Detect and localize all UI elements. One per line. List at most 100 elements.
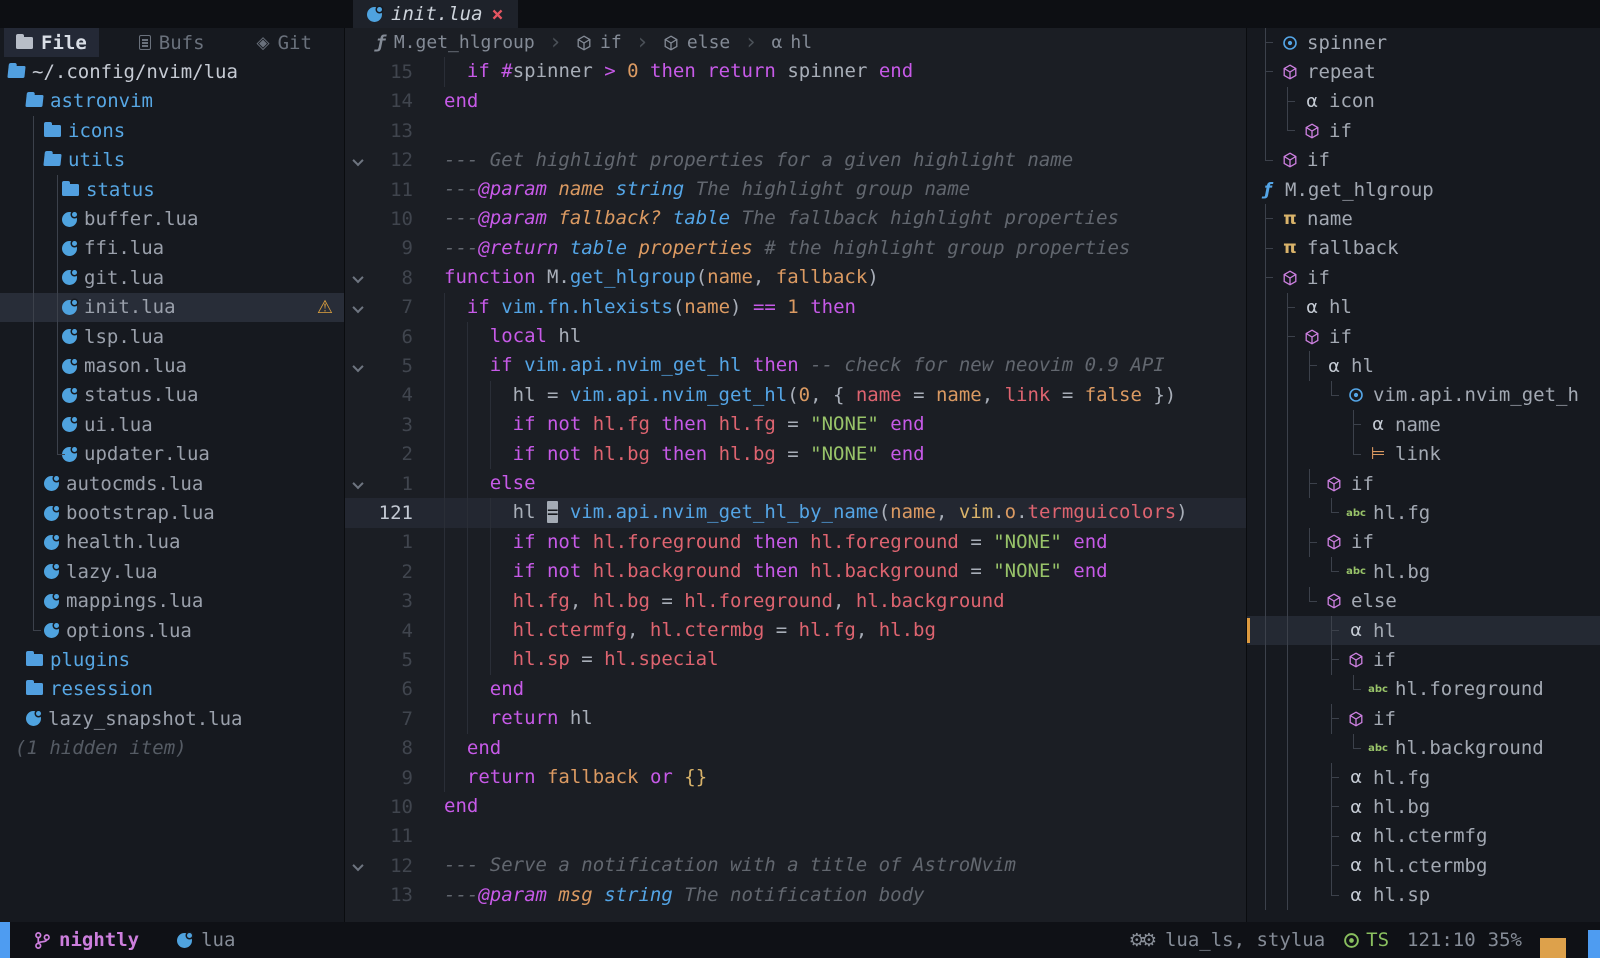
tree-item-utils[interactable]: utils [0, 146, 345, 175]
tree-item-resession[interactable]: resession [0, 675, 345, 704]
tree-item-ffi-lua[interactable]: ffi.lua [0, 234, 345, 263]
code-line[interactable]: 5 hl.sp = hl.special [345, 645, 1246, 674]
outline-item-if[interactable]: if [1247, 645, 1600, 674]
explorer-tab-file[interactable]: File [4, 28, 99, 57]
tree-item-plugins[interactable]: plugins [0, 645, 345, 674]
code-line[interactable]: 4 hl = vim.api.nvim_get_hl(0, { name = n… [345, 381, 1246, 410]
outline-item-hl-fg[interactable]: abchl.fg [1247, 498, 1600, 527]
fold-column[interactable] [345, 357, 371, 376]
explorer-tab-git[interactable]: ◈Git [245, 28, 324, 57]
outline-item-name[interactable]: αname [1247, 410, 1600, 439]
code-line[interactable]: 8function M.get_hlgroup(name, fallback) [345, 263, 1246, 292]
code-line[interactable]: 4 hl.ctermfg, hl.ctermbg = hl.fg, hl.bg [345, 616, 1246, 645]
outline-item-hl[interactable]: αhl [1247, 616, 1600, 645]
fold-column[interactable] [345, 268, 371, 287]
close-buffer-icon[interactable]: × [492, 2, 504, 26]
breadcrumb-item[interactable]: αhl [772, 32, 813, 53]
tree-item-updater-lua[interactable]: updater.lua [0, 440, 345, 469]
fold-column[interactable] [345, 298, 371, 317]
outline-item-if[interactable]: if [1247, 263, 1600, 292]
code-line[interactable]: 6 end [345, 675, 1246, 704]
code-line[interactable]: 10end [345, 792, 1246, 821]
code-line[interactable]: 11---@param name string The highlight gr… [345, 175, 1246, 204]
breadcrumb-item[interactable]: if [576, 32, 622, 53]
code-line[interactable]: 12--- Get highlight properties for a giv… [345, 146, 1246, 175]
tree-item-lsp-lua[interactable]: lsp.lua [0, 322, 345, 351]
code-line[interactable]: 3 if not hl.fg then hl.fg = "NONE" end [345, 410, 1246, 439]
outline-item-hl-bg[interactable]: αhl.bg [1247, 792, 1600, 821]
tree-item--config-nvim-lua[interactable]: ~/.config/nvim/lua [0, 57, 345, 86]
outline-item-hl-sp[interactable]: αhl.sp [1247, 881, 1600, 910]
code-line[interactable]: 1 if not hl.foreground then hl.foregroun… [345, 528, 1246, 557]
tree-item-icons[interactable]: icons [0, 116, 345, 145]
explorer-tab-bufs[interactable]: Bufs [127, 28, 217, 57]
tree-item-buffer-lua[interactable]: buffer.lua [0, 204, 345, 233]
outline-item-if[interactable]: if [1247, 704, 1600, 733]
tree-item-init-lua[interactable]: init.lua⚠ [0, 293, 345, 322]
code-line[interactable]: 8 end [345, 734, 1246, 763]
code-line[interactable]: 9---@return table properties # the highl… [345, 234, 1246, 263]
line-number: 7 [371, 708, 413, 730]
tree-item-astronvim[interactable]: astronvim [0, 87, 345, 116]
code-line[interactable]: 11 [345, 822, 1246, 851]
code-line[interactable]: 12--- Serve a notification with a title … [345, 851, 1246, 880]
outline-item-hl[interactable]: αhl [1247, 293, 1600, 322]
tree-item-git-lua[interactable]: git.lua [0, 263, 345, 292]
outline-item-if[interactable]: if [1247, 469, 1600, 498]
code-line[interactable]: 1 else [345, 469, 1246, 498]
outline-item-if[interactable]: if [1247, 116, 1600, 145]
tree-item-autocmds-lua[interactable]: autocmds.lua [0, 469, 345, 498]
outline-item-repeat[interactable]: repeat [1247, 57, 1600, 86]
code-line[interactable]: 9 return fallback or {} [345, 763, 1246, 792]
outline-item-vim-api-nvim-get-h[interactable]: vim.api.nvim_get_h [1247, 381, 1600, 410]
git-branch-widget[interactable]: nightly [34, 929, 139, 951]
outline-item-hl-ctermbg[interactable]: αhl.ctermbg [1247, 851, 1600, 880]
tree-item-lazy-lua[interactable]: lazy.lua [0, 557, 345, 586]
outline-item-hl-foreground[interactable]: abchl.foreground [1247, 675, 1600, 704]
breadcrumb-item[interactable]: else [663, 32, 730, 53]
fold-column[interactable] [345, 856, 371, 875]
tree-item-mappings-lua[interactable]: mappings.lua [0, 587, 345, 616]
buffer-tab-init-lua[interactable]: init.lua × [353, 0, 518, 28]
outline-item-name[interactable]: πname [1247, 204, 1600, 233]
outline-item-hl-bg[interactable]: abchl.bg [1247, 557, 1600, 586]
code-line[interactable]: 121 hl = vim.api.nvim_get_hl_by_name(nam… [345, 498, 1246, 527]
code-line[interactable]: 2 if not hl.bg then hl.bg = "NONE" end [345, 440, 1246, 469]
outline-item-if[interactable]: if [1247, 146, 1600, 175]
code-line[interactable]: 3 hl.fg, hl.bg = hl.foreground, hl.backg… [345, 587, 1246, 616]
outline-item-else[interactable]: else [1247, 587, 1600, 616]
outline-item-if[interactable]: if [1247, 322, 1600, 351]
code-line[interactable]: 2 if not hl.background then hl.backgroun… [345, 557, 1246, 586]
code-line[interactable]: 7 if vim.fn.hlexists(name) == 1 then [345, 293, 1246, 322]
tree-item-status[interactable]: status [0, 175, 345, 204]
code-line[interactable]: 6 local hl [345, 322, 1246, 351]
tree-item-health-lua[interactable]: health.lua [0, 528, 345, 557]
tree-item-mason-lua[interactable]: mason.lua [0, 351, 345, 380]
code-line[interactable]: 15 if #spinner > 0 then return spinner e… [345, 57, 1246, 86]
code-line[interactable]: 13---@param msg string The notification … [345, 881, 1246, 910]
tree-item-status-lua[interactable]: status.lua [0, 381, 345, 410]
code-editor[interactable]: ƒM.get_hlgroup›if›else›αhl 15 if #spinne… [345, 28, 1246, 922]
tree-item-ui-lua[interactable]: ui.lua [0, 410, 345, 439]
outline-item-hl-fg[interactable]: αhl.fg [1247, 763, 1600, 792]
fold-column[interactable] [345, 474, 371, 493]
tree-item-options-lua[interactable]: options.lua [0, 616, 345, 645]
outline-item-link[interactable]: ⊨link [1247, 440, 1600, 469]
outline-item-spinner[interactable]: spinner [1247, 28, 1600, 57]
fold-column[interactable] [345, 151, 371, 170]
outline-item-if[interactable]: if [1247, 528, 1600, 557]
code-line[interactable]: 13 [345, 116, 1246, 145]
code-line[interactable]: 7 return hl [345, 704, 1246, 733]
outline-item-hl-background[interactable]: abchl.background [1247, 734, 1600, 763]
tree-item-bootstrap-lua[interactable]: bootstrap.lua [0, 498, 345, 527]
code-line[interactable]: 5 if vim.api.nvim_get_hl then -- check f… [345, 351, 1246, 380]
code-line[interactable]: 14end [345, 87, 1246, 116]
outline-item-hl[interactable]: αhl [1247, 351, 1600, 380]
outline-item-hl-ctermfg[interactable]: αhl.ctermfg [1247, 822, 1600, 851]
outline-item-M-get-hlgroup[interactable]: ƒM.get_hlgroup [1247, 175, 1600, 204]
outline-item-icon[interactable]: αicon [1247, 87, 1600, 116]
tree-item-lazy-snapshot-lua[interactable]: lazy_snapshot.lua [0, 704, 345, 733]
code-line[interactable]: 10---@param fallback? table The fallback… [345, 204, 1246, 233]
outline-item-fallback[interactable]: πfallback [1247, 234, 1600, 263]
breadcrumb-item[interactable]: ƒM.get_hlgroup [375, 32, 535, 53]
